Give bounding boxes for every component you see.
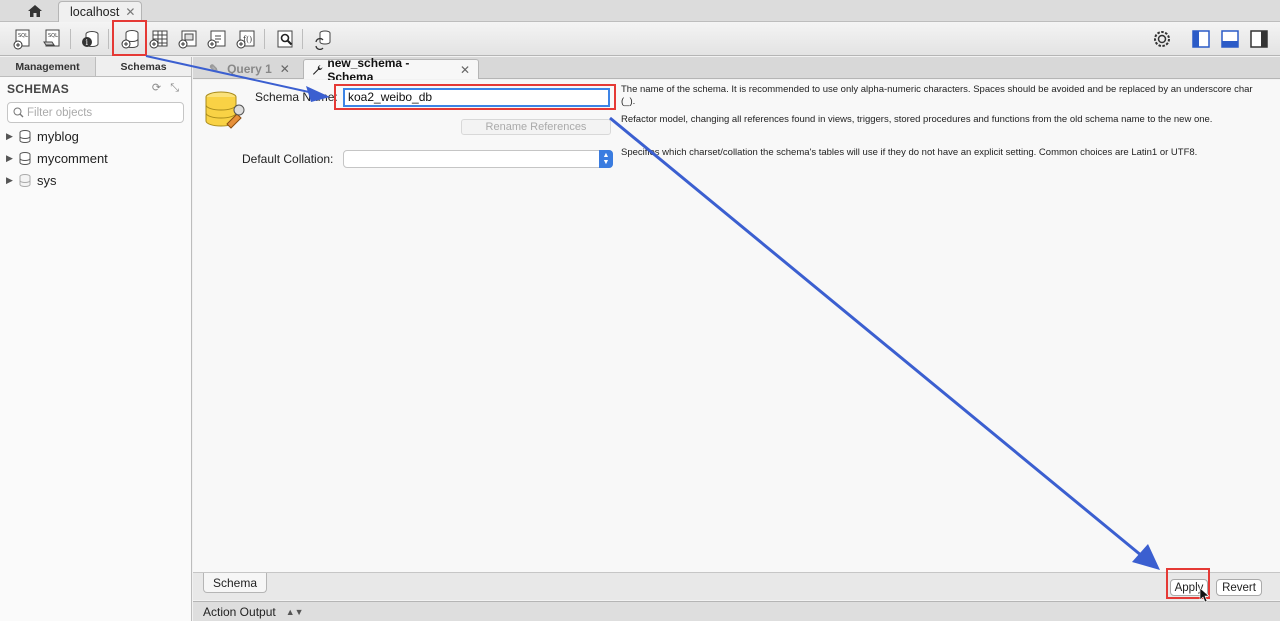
help-default-collation: Specifies which charset/collation the sc… xyxy=(621,147,1198,158)
schema-item-myblog[interactable]: ▶ myblog xyxy=(6,126,79,146)
schema-item-mycomment[interactable]: ▶ mycomment xyxy=(6,148,108,168)
create-schema-icon[interactable] xyxy=(118,27,142,51)
schema-label: mycomment xyxy=(37,150,108,166)
workbench-window: localhost ✕ SQL SQL i f() Management Sch… xyxy=(0,0,1280,621)
home-icon[interactable] xyxy=(22,2,48,20)
help-schema-name: The name of the schema. It is recommende… xyxy=(621,84,1253,107)
toggle-secondary-sidebar-icon[interactable] xyxy=(1247,27,1271,51)
action-output-label: Action Output xyxy=(203,604,276,619)
svg-text:SQL: SQL xyxy=(18,33,28,39)
refresh-icon[interactable]: ⟳ xyxy=(152,82,161,94)
revert-button[interactable]: Revert xyxy=(1216,579,1262,596)
chevron-updown-icon[interactable]: ▲▼ xyxy=(286,607,304,617)
create-function-icon[interactable]: f() xyxy=(234,27,258,51)
search-icon xyxy=(13,107,24,118)
sidebar-tabs: Management Schemas xyxy=(0,57,192,77)
main-toolbar: SQL SQL i f() xyxy=(0,22,1280,56)
new-sql-tab-icon[interactable]: SQL xyxy=(10,27,34,51)
close-icon[interactable]: ✕ xyxy=(460,63,470,77)
toolbar-separator xyxy=(70,29,71,49)
toggle-sidebar-icon[interactable] xyxy=(1189,27,1213,51)
search-table-data-icon[interactable] xyxy=(273,27,297,51)
toolbar-separator xyxy=(302,29,303,49)
schema-editor: Schema Name: koa2_weibo_db Rename Refere… xyxy=(193,80,1280,572)
schemas-header: SCHEMAS xyxy=(7,82,70,96)
close-icon[interactable]: ✕ xyxy=(280,62,290,76)
close-icon[interactable]: ✕ xyxy=(125,5,135,19)
reconnect-icon[interactable] xyxy=(311,27,335,51)
create-procedure-icon[interactable] xyxy=(205,27,229,51)
tab-schema[interactable]: Schema xyxy=(203,573,267,593)
connection-tab-localhost[interactable]: localhost ✕ xyxy=(58,1,142,22)
schema-label: sys xyxy=(37,172,57,188)
preferences-gear-icon[interactable] xyxy=(1150,27,1174,51)
toolbar-separator xyxy=(108,29,109,49)
sidebar-tools: ⟳ ⤡ xyxy=(152,81,179,95)
schemas-sidebar: SCHEMAS ⟳ ⤡ Filter objects ▶ myblog ▶ my… xyxy=(0,77,192,621)
action-output-bar[interactable]: Action Output ▲▼ xyxy=(193,601,1280,621)
collapse-icon[interactable]: ⤡ xyxy=(170,82,179,94)
svg-text:i: i xyxy=(86,38,89,47)
apply-button[interactable]: Apply xyxy=(1170,579,1208,596)
tab-label: Query 1 xyxy=(227,62,272,76)
chevron-updown-icon: ▲ ▼ xyxy=(599,150,613,168)
toolbar-separator xyxy=(264,29,265,49)
open-sql-script-icon[interactable]: SQL xyxy=(40,27,64,51)
database-icon xyxy=(19,129,31,143)
inspector-icon[interactable]: i xyxy=(78,27,102,51)
expand-arrow-icon[interactable]: ▶ xyxy=(6,131,16,142)
expand-arrow-icon[interactable]: ▶ xyxy=(6,153,16,164)
svg-text:SQL: SQL xyxy=(48,33,58,39)
schema-editor-icon xyxy=(201,88,245,135)
editor-bottom-bar: Schema Apply Revert xyxy=(193,572,1280,600)
toggle-output-panel-icon[interactable] xyxy=(1218,27,1242,51)
expand-arrow-icon[interactable]: ▶ xyxy=(6,175,16,186)
create-table-icon[interactable] xyxy=(147,27,171,51)
filter-placeholder: Filter objects xyxy=(27,106,93,119)
tab-new-schema[interactable]: new_schema - Schema ✕ xyxy=(303,56,479,84)
database-icon xyxy=(19,173,31,187)
wrench-icon: ✎ xyxy=(209,62,220,76)
default-collation-select[interactable]: ▲ ▼ xyxy=(343,150,613,168)
wrench-icon xyxy=(312,64,323,75)
connection-tab-label: localhost xyxy=(70,5,120,19)
rename-references-button[interactable]: Rename References xyxy=(461,119,611,135)
tab-schemas[interactable]: Schemas xyxy=(96,57,192,76)
schema-label: myblog xyxy=(37,128,79,144)
database-icon xyxy=(19,151,31,165)
schema-name-label: Schema Name: xyxy=(255,90,338,104)
help-rename-references: Refactor model, changing all references … xyxy=(621,114,1213,125)
tab-query-1[interactable]: ✎ Query 1 ✕ xyxy=(201,59,307,79)
schema-name-input[interactable]: koa2_weibo_db xyxy=(343,88,610,107)
schema-item-sys[interactable]: ▶ sys xyxy=(6,170,57,190)
editor-tab-bar: ✎ Query 1 ✕ new_schema - Schema ✕ xyxy=(193,56,1280,84)
filter-objects-input[interactable]: Filter objects xyxy=(7,102,184,123)
default-collation-label: Default Collation: xyxy=(242,152,334,166)
create-view-icon[interactable] xyxy=(176,27,200,51)
tab-management[interactable]: Management xyxy=(0,57,96,76)
connection-tab-strip: localhost ✕ xyxy=(0,0,1280,22)
